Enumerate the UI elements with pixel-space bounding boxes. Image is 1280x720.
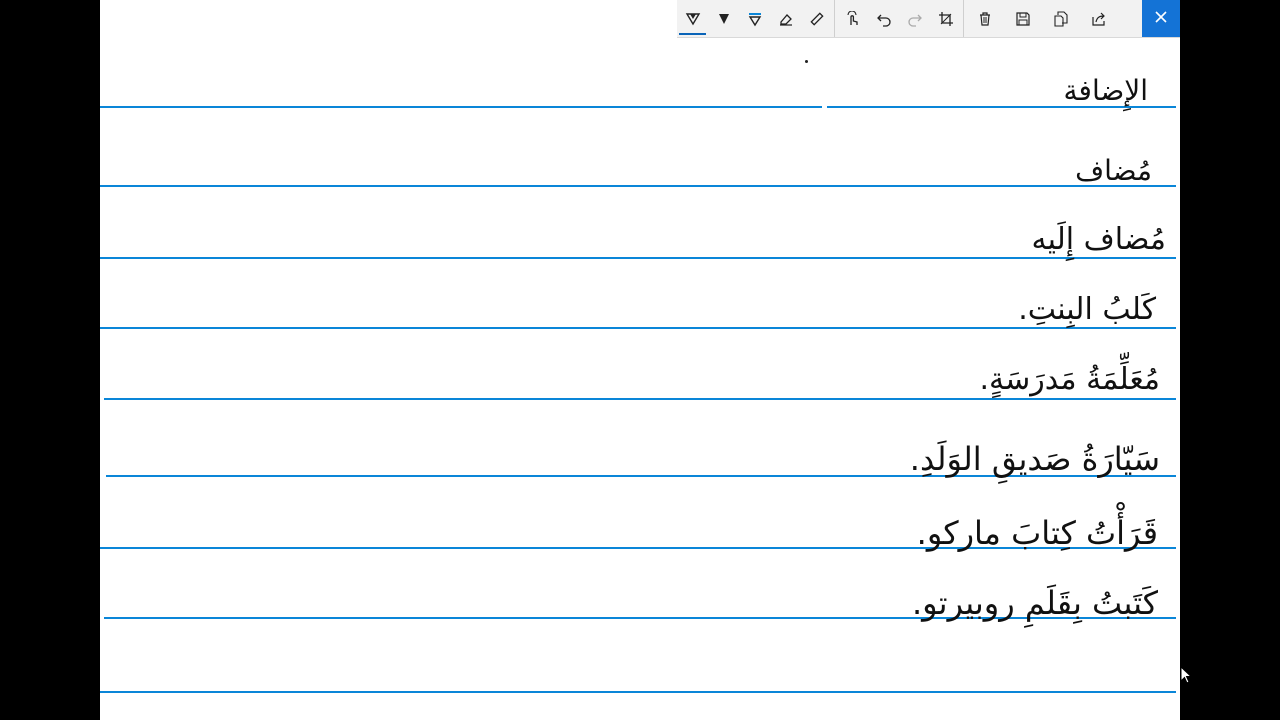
highlighter-icon[interactable] xyxy=(739,0,770,37)
ruled-line xyxy=(104,398,1176,400)
toolbar-divider xyxy=(963,0,964,37)
ruled-line xyxy=(100,327,1176,329)
note-line-5: مُعَلِّمَةُ مَدرَسَةٍ. xyxy=(979,362,1161,397)
close-icon xyxy=(1154,9,1168,28)
ruler-icon[interactable] xyxy=(801,0,832,37)
toolbar-divider xyxy=(834,0,835,37)
note-line-6: سَيّارَةُ صَديقِ الوَلَدِ. xyxy=(909,440,1160,478)
redo-icon[interactable] xyxy=(899,0,930,37)
ink-dot xyxy=(805,60,808,63)
ballpoint-pen-icon[interactable] xyxy=(677,0,708,37)
note-line-1: الإِضافة xyxy=(1063,74,1148,107)
mouse-pointer-icon xyxy=(1180,666,1192,684)
note-line-3: مُضاف إِلَيه xyxy=(1031,222,1166,257)
save-icon[interactable] xyxy=(1004,0,1042,37)
delete-icon[interactable] xyxy=(966,0,1004,37)
ruled-line xyxy=(100,185,1176,187)
ink-canvas[interactable]: الإِضافة مُضاف مُضاف إِلَيه كَلبُ البِنت… xyxy=(100,0,1180,720)
ruled-line xyxy=(100,106,1176,108)
close-button[interactable] xyxy=(1142,0,1180,37)
note-line-4: كَلبُ البِنتِ. xyxy=(1018,292,1156,327)
ruled-line xyxy=(100,257,1176,259)
share-icon[interactable] xyxy=(1080,0,1118,37)
ruled-line xyxy=(100,691,1176,693)
note-line-2: مُضاف xyxy=(1075,154,1152,187)
note-line-7: قَرَأْتُ كِتابَ ماركو. xyxy=(916,514,1158,552)
touch-writing-icon[interactable] xyxy=(837,0,868,37)
note-line-8: كَتَبتُ بِقَلَمِ روبيرتو. xyxy=(911,584,1158,622)
undo-icon[interactable] xyxy=(868,0,899,37)
copy-icon[interactable] xyxy=(1042,0,1080,37)
eraser-icon[interactable] xyxy=(770,0,801,37)
ink-toolbar xyxy=(677,0,1180,38)
rule-gap xyxy=(822,105,827,108)
crop-icon[interactable] xyxy=(930,0,961,37)
pencil-icon[interactable] xyxy=(708,0,739,37)
screen: الإِضافة مُضاف مُضاف إِلَيه كَلبُ البِنت… xyxy=(0,0,1280,720)
